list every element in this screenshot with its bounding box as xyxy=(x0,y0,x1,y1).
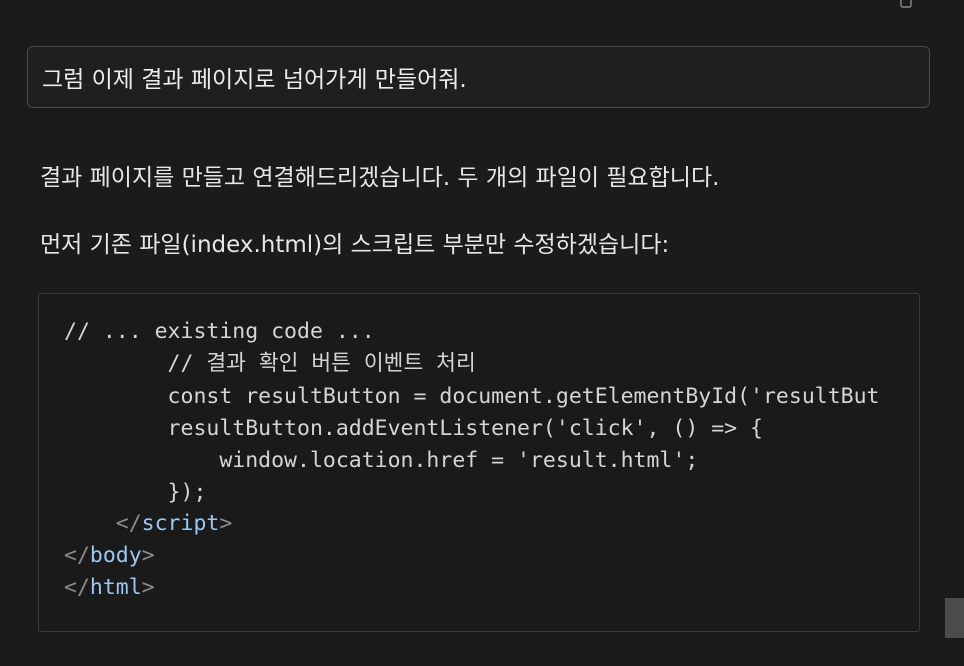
copy-icon[interactable] xyxy=(897,0,913,10)
tag-name: html xyxy=(89,575,142,600)
code-block: // ... existing code ... // 결과 확인 버튼 이벤트… xyxy=(38,293,920,632)
code-line: const resultButton = document.getElement… xyxy=(64,384,880,409)
code-line: </script> xyxy=(64,510,233,538)
scrollbar-thumb[interactable] xyxy=(945,598,964,638)
tag-punct: > xyxy=(141,543,155,568)
assistant-paragraph: 먼저 기존 파일(index.html)의 스크립트 부분만 수정하겠습니다: xyxy=(40,232,670,258)
code-line: </html> xyxy=(64,574,155,602)
code-line: </body> xyxy=(64,542,155,570)
code-line: }); xyxy=(64,480,207,505)
code-line: resultButton.addEventListener('click', (… xyxy=(64,416,763,441)
assistant-paragraph: 결과 페이지를 만들고 연결해드리겠습니다. 두 개의 파일이 필요합니다. xyxy=(40,165,720,191)
tag-name: body xyxy=(89,543,142,568)
code-line: window.location.href = 'result.html'; xyxy=(64,448,699,473)
tag-punct: </ xyxy=(64,511,142,536)
code-line: // ... existing code ... xyxy=(64,319,375,344)
code-line: // 결과 확인 버튼 이벤트 처리 xyxy=(64,351,476,376)
user-message-bubble: 그럼 이제 결과 페이지로 넘어가게 만들어줘. xyxy=(27,46,930,108)
tag-punct: </ xyxy=(64,543,90,568)
user-message-text: 그럼 이제 결과 페이지로 넘어가게 만들어줘. xyxy=(42,67,467,93)
tag-name: script xyxy=(141,511,220,536)
tag-punct: </ xyxy=(64,575,90,600)
tag-punct: > xyxy=(141,575,155,600)
tag-punct: > xyxy=(219,511,233,536)
